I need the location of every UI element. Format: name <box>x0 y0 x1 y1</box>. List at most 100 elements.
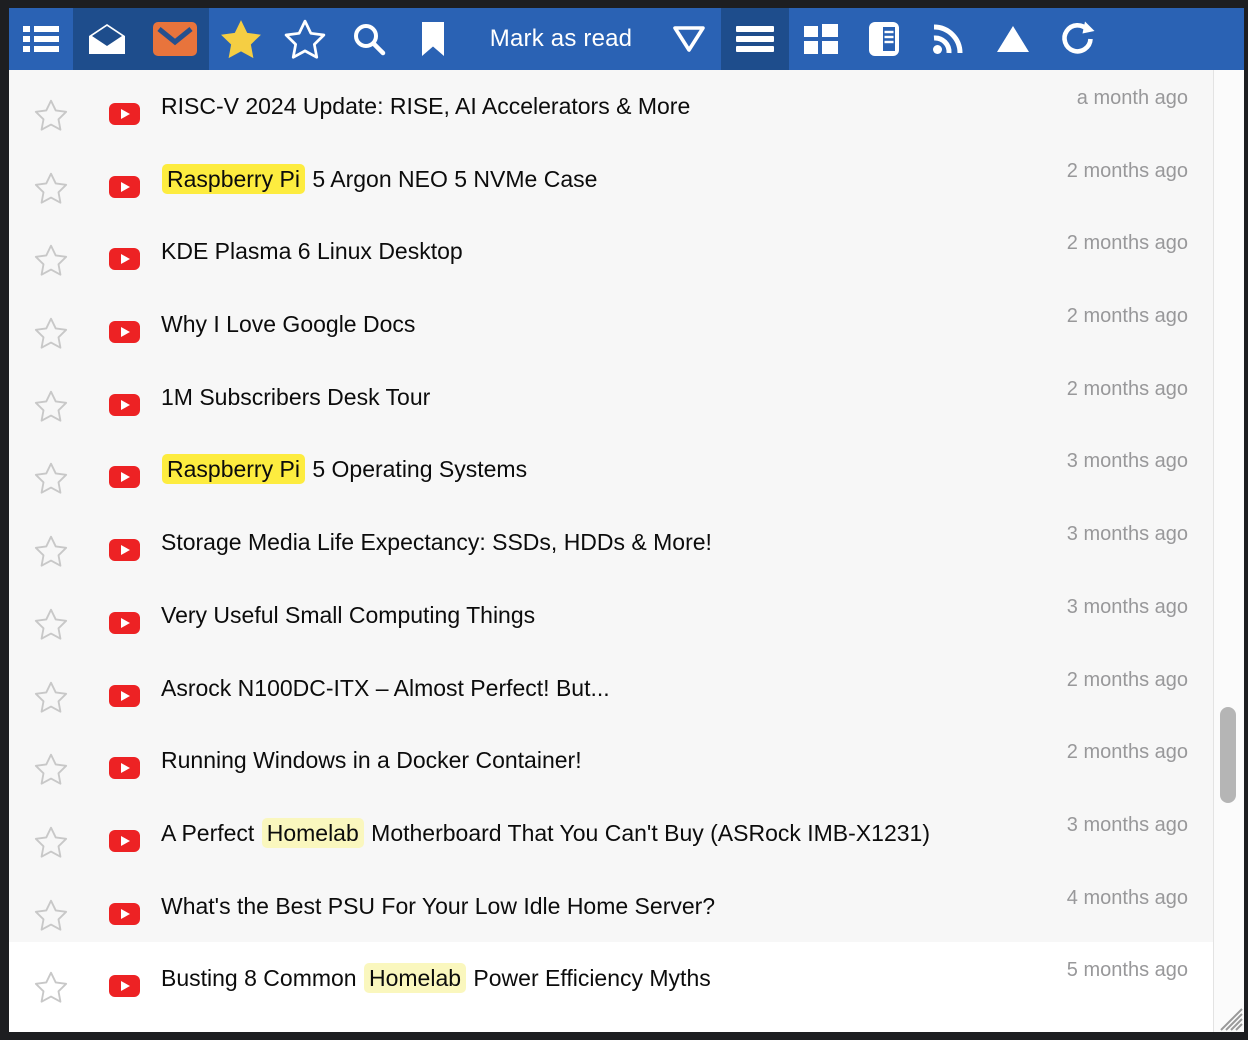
item-title: Raspberry Pi 5 Argon NEO 5 NVMe Case <box>161 165 597 193</box>
star-toggle-icon[interactable] <box>31 390 71 422</box>
youtube-icon <box>109 103 140 125</box>
scrollbar-track[interactable] <box>1213 70 1244 1032</box>
scrollbar-thumb[interactable] <box>1220 707 1236 803</box>
list-view-icon <box>23 25 59 53</box>
star-toggle-icon[interactable] <box>31 172 71 204</box>
item-timestamp: 3 months ago <box>1067 596 1188 619</box>
youtube-icon <box>109 394 140 416</box>
mark-unread-envelope-button[interactable] <box>141 8 209 70</box>
hamburger-segment <box>721 8 789 70</box>
hamburger-menu-icon <box>736 25 774 53</box>
item-title: Running Windows in a Docker Container! <box>161 746 582 774</box>
mark-as-read-label: Mark as read <box>490 25 632 53</box>
search-icon <box>352 22 386 56</box>
youtube-icon <box>109 975 140 997</box>
filter-funnel-icon <box>671 24 707 54</box>
rss-icon <box>932 23 966 55</box>
star-toggle-icon[interactable] <box>31 608 71 640</box>
layout-button[interactable] <box>789 8 853 70</box>
bookmark-icon <box>420 22 446 56</box>
item-title: KDE Plasma 6 Linux Desktop <box>161 237 463 265</box>
article-row[interactable]: Why I Love Google Docs 2 months ago <box>9 288 1213 361</box>
article-row[interactable]: What's the Best PSU For Your Low Idle Ho… <box>9 870 1213 943</box>
youtube-icon <box>109 539 140 561</box>
star-toggle-icon[interactable] <box>31 317 71 349</box>
article-pane-button[interactable] <box>853 8 917 70</box>
youtube-icon <box>109 321 140 343</box>
article-row[interactable]: Raspberry Pi 5 Operating Systems 3 month… <box>9 433 1213 506</box>
star-toggle-icon[interactable] <box>31 826 71 858</box>
youtube-icon <box>109 612 140 634</box>
item-title: Why I Love Google Docs <box>161 310 415 338</box>
article-row[interactable]: Running Windows in a Docker Container! 2… <box>9 724 1213 797</box>
bookmark-button[interactable] <box>401 8 465 70</box>
item-timestamp: 2 months ago <box>1067 160 1188 183</box>
article-row[interactable]: Busting 8 Common Homelab Power Efficienc… <box>9 942 1213 1015</box>
item-timestamp: 5 months ago <box>1067 959 1188 982</box>
article-row[interactable]: Raspberry Pi 5 Argon NEO 5 NVMe Case 2 m… <box>9 143 1213 216</box>
item-title: Very Useful Small Computing Things <box>161 601 535 629</box>
item-timestamp: a month ago <box>1077 87 1188 110</box>
star-toggle-icon[interactable] <box>31 971 71 1003</box>
search-button[interactable] <box>337 8 401 70</box>
menu-button[interactable] <box>721 8 789 70</box>
star-toggle-icon[interactable] <box>31 462 71 494</box>
star-toggle-icon[interactable] <box>31 899 71 931</box>
star-toggle-icon[interactable] <box>31 244 71 276</box>
layout-grid-icon <box>803 23 839 55</box>
refresh-button[interactable] <box>1045 8 1109 70</box>
youtube-icon <box>109 830 140 852</box>
app-window: Mark as read <box>9 8 1244 1032</box>
item-timestamp: 2 months ago <box>1067 378 1188 401</box>
article-row[interactable]: Very Useful Small Computing Things 3 mon… <box>9 579 1213 652</box>
star-toggle-icon[interactable] <box>31 681 71 713</box>
star-toggle-icon[interactable] <box>31 753 71 785</box>
youtube-icon <box>109 466 140 488</box>
item-timestamp: 3 months ago <box>1067 523 1188 546</box>
item-title: What's the Best PSU For Your Low Idle Ho… <box>161 892 715 920</box>
rss-button[interactable] <box>917 8 981 70</box>
item-timestamp: 2 months ago <box>1067 669 1188 692</box>
item-title: 1M Subscribers Desk Tour <box>161 383 430 411</box>
item-title: Storage Media Life Expectancy: SSDs, HDD… <box>161 528 712 556</box>
mark-read-envelope-button[interactable] <box>73 8 141 70</box>
youtube-icon <box>109 176 140 198</box>
expand-button[interactable] <box>981 8 1045 70</box>
filter-button[interactable] <box>657 8 721 70</box>
article-pane-icon <box>869 22 901 56</box>
item-timestamp: 2 months ago <box>1067 741 1188 764</box>
star-outline-icon <box>284 19 326 59</box>
list-view-button[interactable] <box>9 8 73 70</box>
item-title: Busting 8 Common Homelab Power Efficienc… <box>161 964 711 992</box>
article-row[interactable]: A Perfect Homelab Motherboard That You C… <box>9 797 1213 870</box>
item-timestamp: 3 months ago <box>1067 450 1188 473</box>
flag-starred-button[interactable] <box>209 8 273 70</box>
content-area: RISC-V 2024 Update: RISE, AI Accelerator… <box>9 70 1244 1032</box>
youtube-icon <box>109 248 140 270</box>
article-row[interactable]: RISC-V 2024 Update: RISE, AI Accelerator… <box>9 70 1213 143</box>
unflag-starred-button[interactable] <box>273 8 337 70</box>
item-title: Raspberry Pi 5 Operating Systems <box>161 455 527 483</box>
youtube-icon <box>109 685 140 707</box>
item-timestamp: 2 months ago <box>1067 305 1188 328</box>
toolbar: Mark as read <box>9 8 1244 70</box>
article-row[interactable]: Storage Media Life Expectancy: SSDs, HDD… <box>9 506 1213 579</box>
article-row[interactable]: Asrock N100DC-ITX – Almost Perfect! But.… <box>9 652 1213 725</box>
item-title: A Perfect Homelab Motherboard That You C… <box>161 819 930 847</box>
triangle-up-icon <box>995 24 1031 54</box>
mark-as-read-button[interactable]: Mark as read <box>465 8 657 70</box>
item-timestamp: 4 months ago <box>1067 887 1188 910</box>
article-list: RISC-V 2024 Update: RISE, AI Accelerator… <box>9 70 1213 1032</box>
article-row[interactable]: 1M Subscribers Desk Tour 2 months ago <box>9 361 1213 434</box>
envelope-group-segment <box>73 8 209 70</box>
item-title: Asrock N100DC-ITX – Almost Perfect! But.… <box>161 674 610 702</box>
star-filled-icon <box>220 19 262 59</box>
star-toggle-icon[interactable] <box>31 99 71 131</box>
youtube-icon <box>109 757 140 779</box>
star-toggle-icon[interactable] <box>31 535 71 567</box>
item-title: RISC-V 2024 Update: RISE, AI Accelerator… <box>161 92 690 120</box>
article-row[interactable]: KDE Plasma 6 Linux Desktop 2 months ago <box>9 215 1213 288</box>
unread-envelope-icon <box>153 22 197 56</box>
open-envelope-icon <box>88 23 126 55</box>
resize-grip-icon[interactable] <box>1213 1001 1243 1031</box>
